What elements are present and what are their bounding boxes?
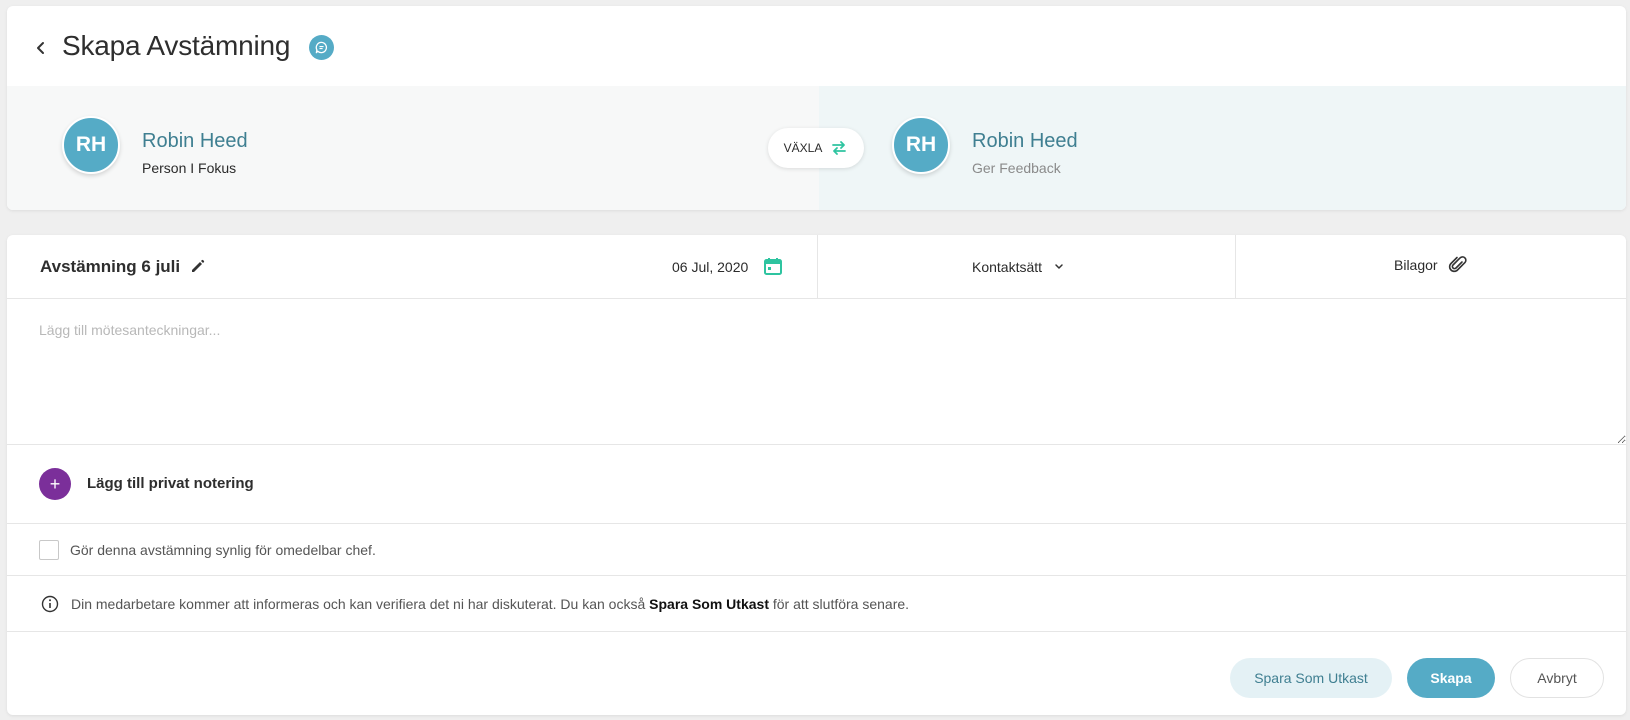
header-card: Skapa Avstämning RH Robin Heed Person I … <box>7 6 1626 210</box>
comment-button[interactable] <box>309 35 334 60</box>
avatar: RH <box>892 116 950 174</box>
info-draft-emphasis: Spara Som Utkast <box>649 596 769 612</box>
calendar-icon[interactable] <box>763 256 783 276</box>
person-name: Robin Heed <box>972 130 1078 152</box>
chevron-down-icon <box>1055 264 1063 269</box>
attachments-button[interactable]: Bilagor <box>1394 255 1468 275</box>
visibility-checkbox[interactable] <box>39 540 59 560</box>
private-note-label[interactable]: Lägg till privat notering <box>87 475 254 492</box>
person-role: Ger Feedback <box>972 160 1061 176</box>
page-header: Skapa Avstämning <box>7 6 1626 86</box>
feedback-giver: RH Robin Heed Ger Feedback <box>819 86 1626 210</box>
visibility-row: Gör denna avstämning synlig för omedelba… <box>7 524 1626 576</box>
avatar: RH <box>62 116 120 174</box>
save-draft-button[interactable]: Spara Som Utkast <box>1230 658 1392 698</box>
pencil-icon[interactable] <box>189 257 207 275</box>
chat-bubble-icon <box>315 41 328 54</box>
contact-method-label: Kontaktsätt <box>972 259 1043 275</box>
page-title: Skapa Avstämning <box>62 30 291 61</box>
info-prefix: Din medarbetare kommer att informeras oc… <box>71 596 650 612</box>
contact-method-dropdown[interactable]: Kontaktsätt <box>972 259 1064 275</box>
checkin-title: Avstämning 6 juli <box>40 257 181 276</box>
switch-button[interactable]: VÄXLA <box>768 128 864 168</box>
divider <box>817 235 818 299</box>
divider <box>1235 235 1236 299</box>
form-toolbar: Avstämning 6 juli 06 Jul, 2020 Kontaktsä… <box>7 235 1626 299</box>
switch-label: VÄXLA <box>783 141 823 155</box>
info-icon <box>41 595 59 613</box>
cancel-button[interactable]: Avbryt <box>1510 658 1604 698</box>
person-role: Person I Fokus <box>142 160 237 176</box>
info-row: Din medarbetare kommer att informeras oc… <box>7 576 1626 632</box>
private-note-row: + Lägg till privat notering <box>7 445 1626 524</box>
info-text: Din medarbetare kommer att informeras oc… <box>71 596 909 612</box>
person-name: Robin Heed <box>142 130 248 152</box>
paperclip-icon <box>1448 256 1467 273</box>
swap-arrows-icon <box>832 141 847 155</box>
back-button[interactable] <box>29 36 53 60</box>
checkin-form: Avstämning 6 juli 06 Jul, 2020 Kontaktsä… <box>7 235 1626 715</box>
create-button[interactable]: Skapa <box>1407 658 1495 698</box>
chevron-left-icon <box>37 42 44 54</box>
persons-panel: RH Robin Heed Person I Fokus RH Robin He… <box>7 86 1626 210</box>
person-in-focus: RH Robin Heed Person I Fokus <box>7 86 819 210</box>
info-suffix: för att slutföra senare. <box>768 596 910 612</box>
date-value[interactable]: 06 Jul, 2020 <box>672 259 748 275</box>
attachments-label: Bilagor <box>1394 257 1438 273</box>
meeting-notes-input[interactable] <box>7 300 1626 445</box>
plus-icon: + <box>49 473 61 494</box>
visibility-label: Gör denna avstämning synlig för omedelba… <box>70 542 376 558</box>
add-private-note-button[interactable]: + <box>39 468 71 500</box>
